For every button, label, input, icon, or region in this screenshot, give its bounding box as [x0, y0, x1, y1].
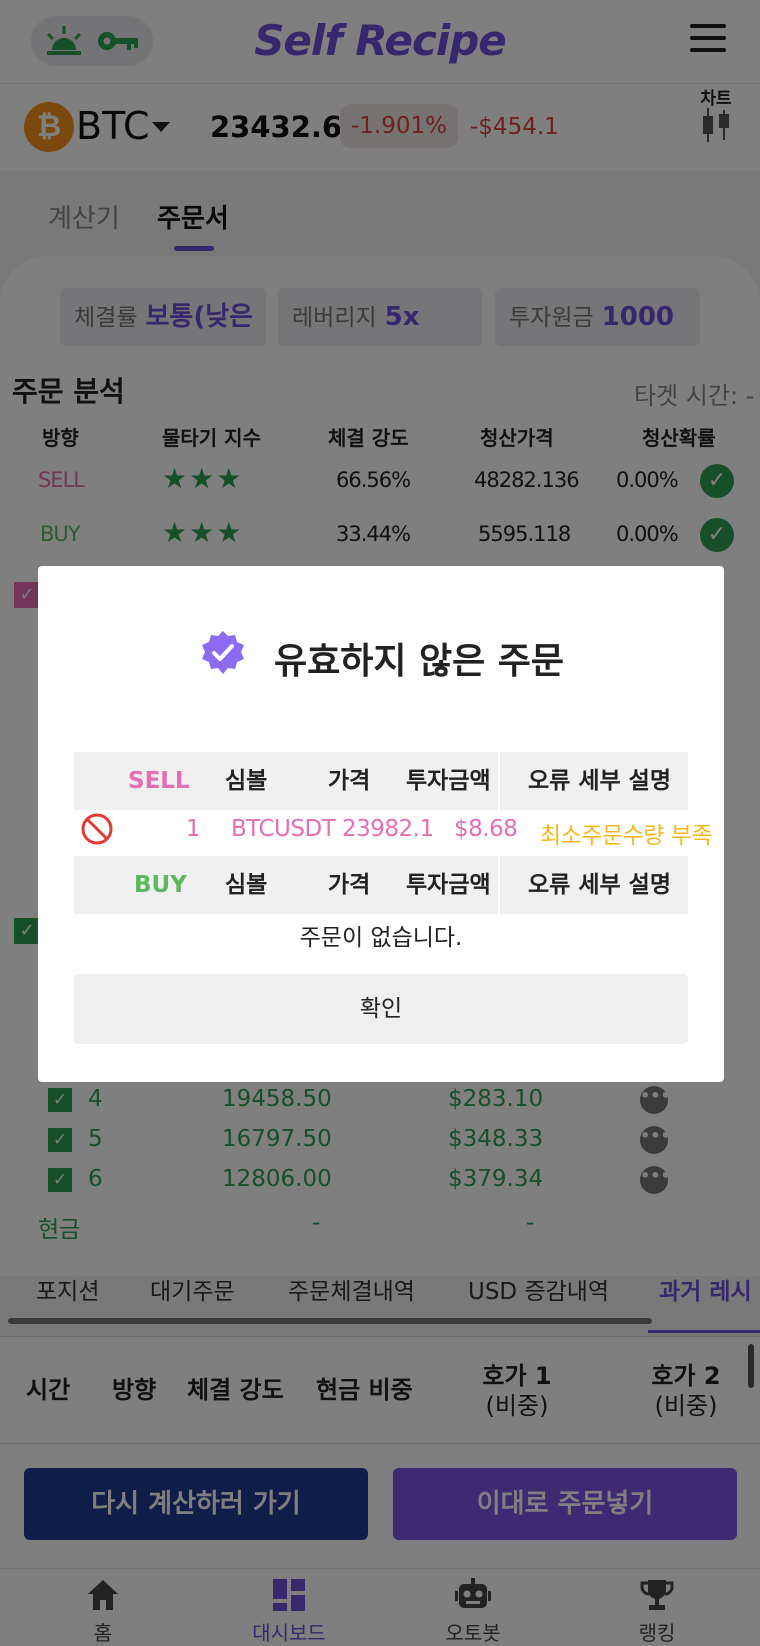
- col-error: 오류 세부 설명: [528, 872, 671, 898]
- empty-orders-message: 주문이 없습니다.: [299, 925, 463, 951]
- col-symbol: 심볼: [225, 768, 268, 794]
- col-amount: 투자금액: [406, 768, 491, 794]
- sell-table-header: SELL 심볼 가격 투자금액 오류 세부 설명: [74, 752, 688, 810]
- sell-label: SELL: [128, 768, 190, 794]
- verified-badge-icon: [202, 631, 244, 674]
- row-error: 최소주문수량 부족: [540, 823, 713, 849]
- column-divider: [498, 856, 500, 914]
- col-price: 가격: [328, 768, 371, 794]
- column-divider: [498, 752, 500, 810]
- invalid-order-dialog: 유효하지 않은 주문 SELL 심볼 가격 투자금액 오류 세부 설명 1 BT…: [38, 566, 724, 1082]
- col-error: 오류 세부 설명: [528, 768, 671, 794]
- row-symbol: BTCUSDT: [231, 816, 336, 842]
- row-amount: $8.68: [454, 816, 518, 842]
- invalid-order-row: 1 BTCUSDT 23982.1 $8.68 최소주문수량 부족: [74, 812, 713, 854]
- col-price: 가격: [328, 872, 371, 898]
- buy-table-header: BUY 심볼 가격 투자금액 오류 세부 설명: [74, 856, 688, 914]
- col-amount: 투자금액: [406, 872, 491, 898]
- dialog-title: 유효하지 않은 주문: [274, 641, 565, 682]
- col-symbol: 심볼: [225, 872, 268, 898]
- row-price: 23982.1: [342, 816, 434, 842]
- row-index: 1: [186, 816, 201, 842]
- confirm-button[interactable]: 확인: [74, 974, 688, 1044]
- buy-label: BUY: [134, 872, 187, 898]
